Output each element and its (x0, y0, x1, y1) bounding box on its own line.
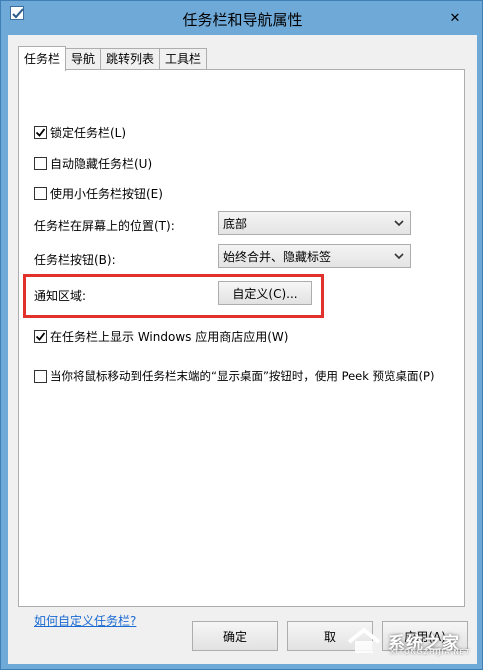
notification-area-label: 通知区域: (34, 289, 87, 303)
customize-button[interactable]: 自定义(C)... (218, 281, 312, 305)
lock-taskbar-checkbox[interactable] (34, 126, 47, 139)
checkmark-icon (35, 128, 46, 137)
position-label: 任务栏在屏幕上的位置(T): (34, 219, 175, 233)
auto-hide-checkbox[interactable] (34, 157, 47, 170)
taskbar-tab-panel: 锁定任务栏(L) 自动隐藏任务栏(U) 使用小任务栏按钮(E) 任务栏在屏幕上的… (18, 69, 465, 628)
dialog-client-area: 任务栏 导航 跳转列表 工具栏 锁定任务栏(L) 自动隐藏任务栏(U) 使用小任… (8, 35, 477, 664)
small-buttons-checkbox[interactable] (34, 187, 47, 200)
tab-toolbars[interactable]: 工具栏 (159, 48, 208, 70)
chevron-down-icon (394, 253, 404, 260)
taskbar-buttons-dropdown[interactable]: 始终合并、隐藏标签 (218, 244, 411, 268)
watermark-subtext: XITONGZHIJIA.NET (390, 648, 471, 656)
tab-jump-lists[interactable]: 跳转列表 (100, 48, 161, 70)
tab-strip: 任务栏 导航 跳转列表 工具栏 (18, 46, 208, 71)
position-value: 底部 (223, 216, 248, 231)
title-bar[interactable]: 任务栏和导航属性 ✕ (1, 1, 482, 35)
notification-area-row: 通知区域: (34, 287, 86, 304)
site-watermark: 系统之家 XITONGZHIJIA.NET (346, 616, 482, 666)
window-title: 任务栏和导航属性 (182, 11, 303, 29)
position-row: 任务栏在屏幕上的位置(T): (34, 217, 175, 234)
close-button[interactable]: ✕ (441, 7, 469, 29)
tab-taskbar[interactable]: 任务栏 (18, 46, 67, 71)
house-logo-icon (347, 627, 381, 653)
help-link[interactable]: 如何自定义任务栏? (34, 612, 136, 629)
properties-window: 任务栏和导航属性 ✕ 任务栏 导航 跳转列表 工具栏 锁定任务栏(L) 自动隐藏… (0, 0, 483, 670)
peek-label: 当你将鼠标移动到任务栏末端的“显示桌面”按钮时，使用 Peek 预览桌面(P) (50, 369, 435, 383)
peek-option[interactable]: 当你将鼠标移动到任务栏末端的“显示桌面”按钮时，使用 Peek 预览桌面(P) (34, 368, 434, 384)
store-apps-option[interactable]: 在任务栏上显示 Windows 应用商店应用(W) (34, 328, 288, 345)
taskbar-buttons-label: 任务栏按钮(B): (34, 253, 116, 267)
peek-checkbox[interactable] (34, 369, 47, 383)
checkmark-icon (35, 332, 46, 341)
tab-navigation[interactable]: 导航 (65, 48, 102, 70)
position-dropdown[interactable]: 底部 (218, 211, 411, 235)
taskbar-buttons-value: 始终合并、隐藏标签 (223, 249, 332, 264)
taskbar-buttons-row: 任务栏按钮(B): (34, 251, 116, 268)
lock-taskbar-label: 锁定任务栏(L) (50, 126, 127, 140)
lock-taskbar-option[interactable]: 锁定任务栏(L) (34, 124, 126, 141)
small-buttons-label: 使用小任务栏按钮(E) (50, 187, 163, 201)
store-apps-label: 在任务栏上显示 Windows 应用商店应用(W) (50, 330, 289, 344)
close-icon: ✕ (449, 10, 461, 26)
chevron-down-icon (394, 220, 404, 227)
auto-hide-label: 自动隐藏任务栏(U) (50, 157, 153, 171)
auto-hide-option[interactable]: 自动隐藏任务栏(U) (34, 155, 152, 172)
ok-button[interactable]: 确定 (192, 621, 278, 651)
small-buttons-option[interactable]: 使用小任务栏按钮(E) (34, 185, 163, 202)
store-apps-checkbox[interactable] (34, 330, 47, 343)
